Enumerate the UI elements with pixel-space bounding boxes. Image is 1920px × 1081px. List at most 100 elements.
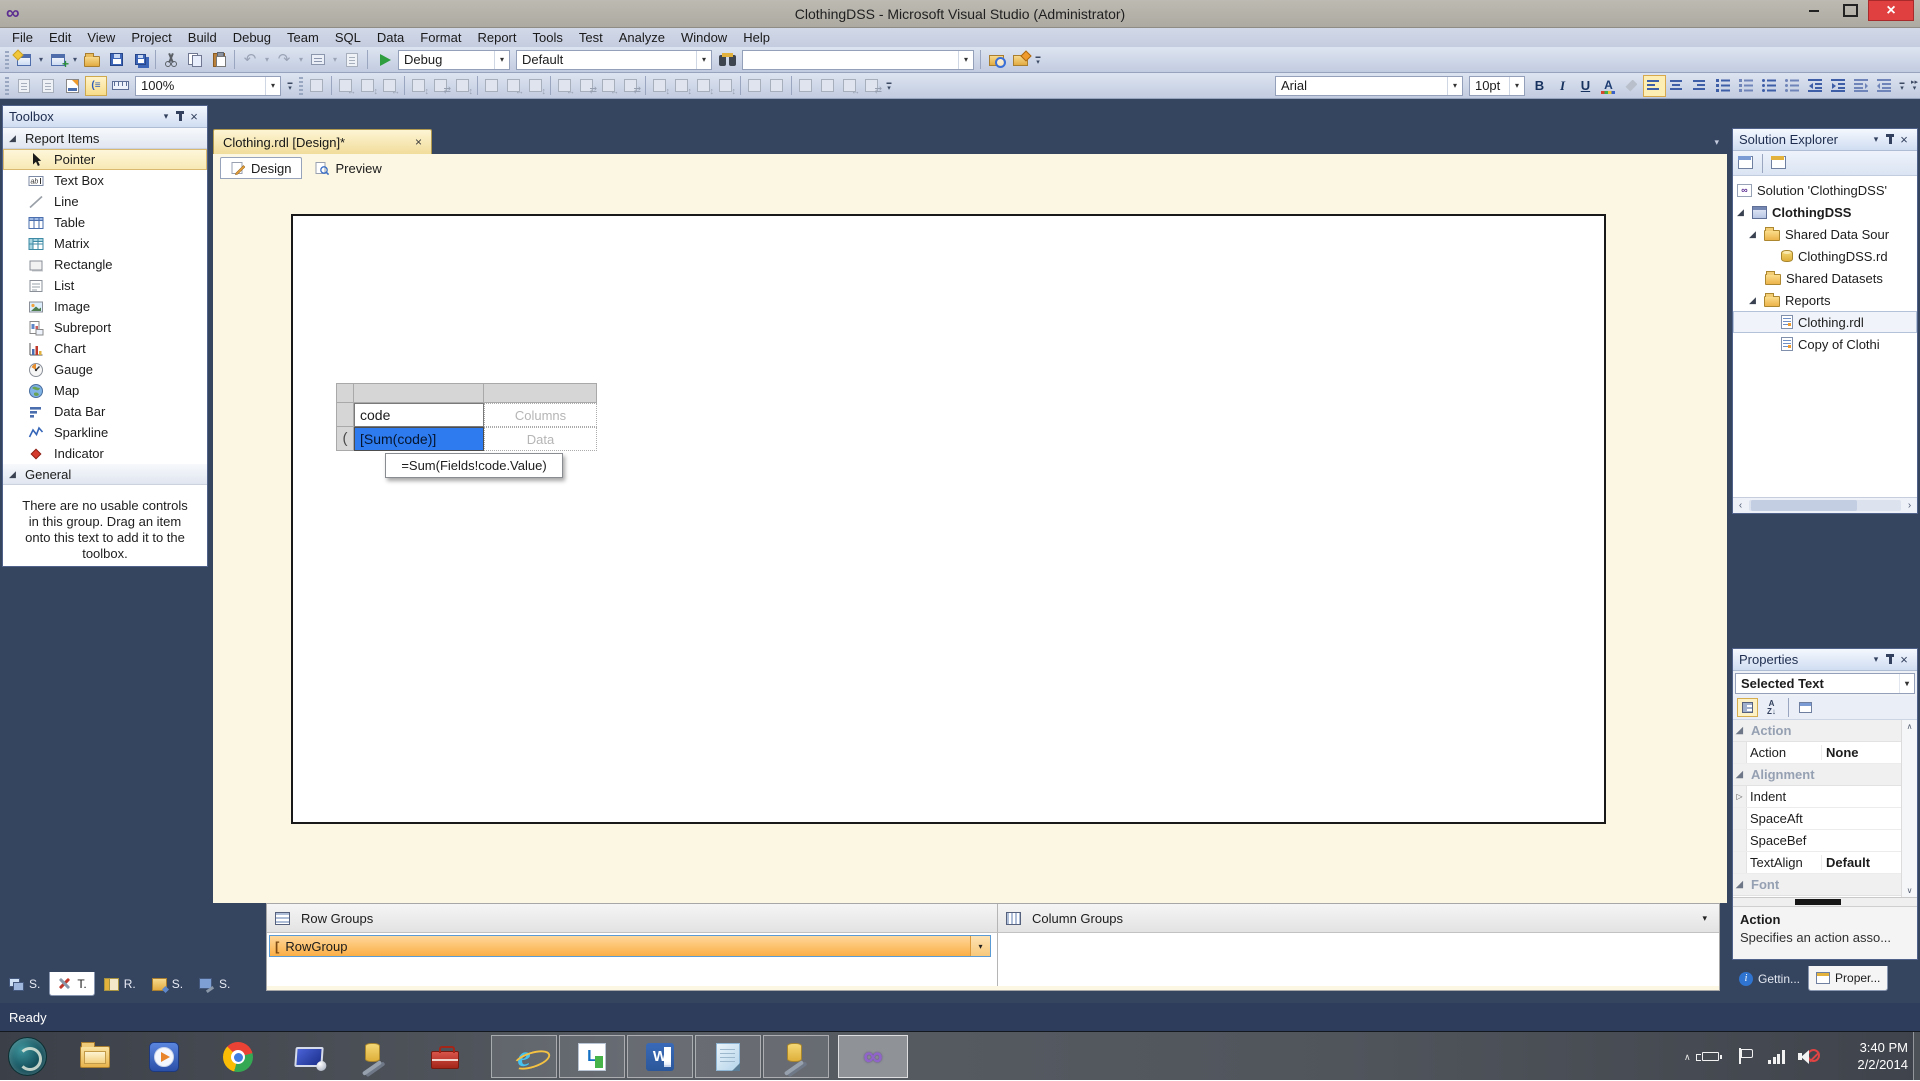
battery-icon[interactable] xyxy=(1696,1052,1722,1061)
matrix-corner-handle[interactable] xyxy=(336,383,354,403)
property-row-indent[interactable]: ▷ Indent xyxy=(1733,786,1901,808)
row-group-dropdown-icon[interactable] xyxy=(970,936,990,956)
tab-toolbox[interactable]: T. xyxy=(49,972,95,996)
menu-edit[interactable]: Edit xyxy=(41,29,79,46)
toolbox-pin-icon[interactable] xyxy=(173,110,187,124)
combo-dropdown-icon[interactable] xyxy=(1508,76,1524,95)
open-file-button[interactable] xyxy=(80,49,104,71)
property-row-spacebefore[interactable]: SpaceBef xyxy=(1733,830,1901,852)
align-bottoms-button[interactable] xyxy=(452,76,474,96)
menu-report[interactable]: Report xyxy=(469,29,524,46)
combo-dropdown-icon[interactable] xyxy=(265,76,280,95)
taskbar-lync[interactable] xyxy=(559,1035,625,1078)
property-row-spaceafter[interactable]: SpaceAft xyxy=(1733,808,1901,830)
matrix-cell-sum-selected[interactable]: [Sum(code)] xyxy=(354,427,484,451)
solution-explorer-close-icon[interactable] xyxy=(1897,133,1911,147)
menu-sql[interactable]: SQL xyxy=(327,29,369,46)
toolbox-item-gauge[interactable]: Gauge xyxy=(3,359,207,380)
tree-node-reports[interactable]: Reports xyxy=(1733,289,1917,311)
decrease-indent-button[interactable] xyxy=(1804,75,1827,97)
debug-target-combo[interactable]: Debug xyxy=(398,49,510,70)
toolbar-overflow-button[interactable] xyxy=(284,75,296,97)
properties-object-combo[interactable]: Selected Text xyxy=(1735,673,1915,694)
vertical-spacing-button[interactable] xyxy=(649,76,671,96)
expanded-icon[interactable] xyxy=(1737,207,1747,218)
save-all-button[interactable] xyxy=(128,49,152,71)
taskbar-internet-explorer[interactable] xyxy=(491,1035,557,1078)
toolbox-menu-icon[interactable] xyxy=(159,110,173,124)
solution-config-combo[interactable]: Default xyxy=(516,49,712,70)
expand-icon[interactable]: ▷ xyxy=(1733,786,1747,807)
scroll-left-icon[interactable]: ‹ xyxy=(1733,498,1748,513)
save-button[interactable] xyxy=(104,49,128,71)
menu-data[interactable]: Data xyxy=(369,29,412,46)
tree-node-clothing-rdl[interactable]: Clothing.rdl xyxy=(1733,311,1917,333)
scroll-right-icon[interactable]: › xyxy=(1902,498,1917,513)
grouping-pane-dropdown-icon[interactable] xyxy=(1702,913,1707,924)
show-desktop-button[interactable] xyxy=(1913,1032,1920,1081)
document-list-dropdown-icon[interactable] xyxy=(1714,137,1719,148)
toolbox-item-table[interactable]: Table xyxy=(3,212,207,233)
taskbar-sql-data-tools-2[interactable] xyxy=(763,1035,829,1078)
tree-node-solution[interactable]: Solution 'ClothingDSS' xyxy=(1733,179,1917,201)
taskbar-sql-data-tools[interactable] xyxy=(356,1040,392,1074)
remove-vspacing-button[interactable] xyxy=(715,76,737,96)
indent-paragraph-button[interactable] xyxy=(1850,75,1873,97)
tab-class-view[interactable]: S. xyxy=(145,972,190,996)
document-tab-clothing-rdl[interactable]: Clothing.rdl [Design]* xyxy=(213,129,432,154)
network-signal-icon[interactable] xyxy=(1768,1049,1788,1064)
column-groups-list[interactable] xyxy=(998,933,1719,986)
menu-project[interactable]: Project xyxy=(123,29,179,46)
combo-dropdown-icon[interactable] xyxy=(1446,76,1462,95)
taskbar-toolbox-app[interactable] xyxy=(427,1040,463,1074)
horizontal-spacing-button[interactable] xyxy=(554,76,576,96)
toolbox-item-map[interactable]: Map xyxy=(3,380,207,401)
toolbar-grip[interactable] xyxy=(299,76,303,95)
underline-button[interactable]: U xyxy=(1574,75,1597,97)
toolbox-item-list[interactable]: List xyxy=(3,275,207,296)
toolbar-options-button[interactable] xyxy=(1911,80,1918,92)
matrix-cell-columns-placeholder[interactable]: Columns xyxy=(484,403,597,427)
undo-button[interactable] xyxy=(238,49,262,71)
decrease-vspacing-button[interactable] xyxy=(693,76,715,96)
start-debug-button[interactable] xyxy=(371,49,395,71)
menu-build[interactable]: Build xyxy=(180,29,225,46)
toolbox-item-matrix[interactable]: Matrix xyxy=(3,233,207,254)
toolbar-grip[interactable] xyxy=(5,50,9,69)
tree-node-shared-data-sources[interactable]: Shared Data Sour xyxy=(1733,223,1917,245)
menu-tools[interactable]: Tools xyxy=(525,29,571,46)
undo-dropdown[interactable] xyxy=(262,49,272,71)
same-size-button[interactable] xyxy=(503,76,525,96)
taskbar-visual-studio-active[interactable] xyxy=(838,1035,908,1078)
start-button[interactable] xyxy=(8,1037,47,1076)
matrix-cell-code[interactable]: code xyxy=(354,403,484,427)
minimize-button[interactable] xyxy=(1796,0,1832,21)
scroll-track[interactable] xyxy=(1749,500,1901,511)
toolbox-item-subreport[interactable]: Subreport xyxy=(3,317,207,338)
bring-to-front-button[interactable] xyxy=(795,76,817,96)
close-button[interactable] xyxy=(1868,0,1914,21)
maximize-button[interactable] xyxy=(1832,0,1868,21)
action-center-flag-icon[interactable] xyxy=(1739,1048,1753,1064)
increase-indent-button[interactable] xyxy=(1827,75,1850,97)
center-vertical-button[interactable] xyxy=(766,76,788,96)
property-value[interactable]: None xyxy=(1821,745,1901,760)
combo-dropdown-icon[interactable] xyxy=(1899,674,1914,693)
highlight-button[interactable] xyxy=(1620,75,1643,97)
numbered-list-alt-button[interactable] xyxy=(1735,75,1758,97)
expanded-icon[interactable] xyxy=(1749,229,1759,240)
tree-node-shared-datasets[interactable]: Shared Datasets xyxy=(1733,267,1917,289)
copy-button[interactable] xyxy=(183,49,207,71)
find-button[interactable] xyxy=(715,49,739,71)
align-center-button[interactable] xyxy=(1666,75,1689,97)
solution-explorer-pin-icon[interactable] xyxy=(1883,133,1897,147)
solution-explorer-menu-icon[interactable] xyxy=(1869,133,1883,147)
taskbar-notepad[interactable] xyxy=(695,1035,761,1078)
table-layout-button[interactable] xyxy=(839,76,861,96)
scroll-thumb[interactable] xyxy=(1751,500,1858,511)
align-right-button[interactable] xyxy=(1689,75,1712,97)
menu-file[interactable]: File xyxy=(4,29,41,46)
taskbar-chrome[interactable] xyxy=(220,1040,256,1074)
taskbar-clock[interactable]: 3:40 PM 2/2/2014 xyxy=(1836,1039,1908,1073)
property-row-action[interactable]: Action None xyxy=(1733,742,1901,764)
